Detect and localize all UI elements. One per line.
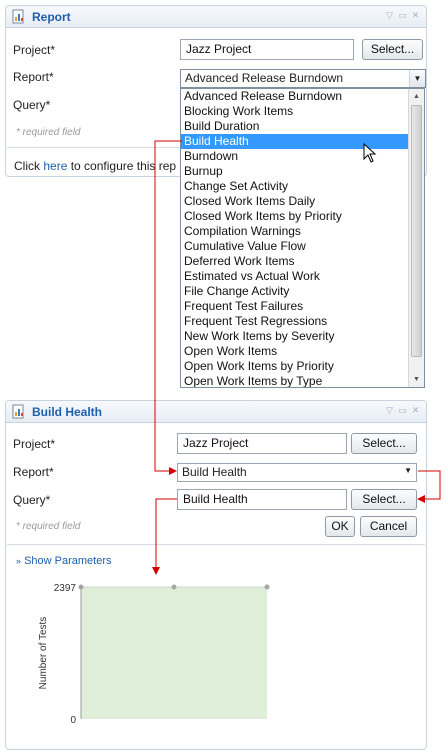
dropdown-item[interactable]: Burnup [181,164,424,179]
report-icon [12,9,24,24]
report-select-value: Advanced Release Burndown [185,71,344,85]
dropdown-item[interactable]: Frequent Test Failures [181,299,424,314]
report-select[interactable]: Build Health ▼ [177,463,417,482]
chevron-down-icon[interactable]: ▼ [404,466,412,475]
required-hint: * required field [16,127,81,138]
mouse-pointer-icon [363,143,377,163]
query-label: Query* [13,493,51,507]
query-label: Query* [13,98,51,112]
build-health-panel: Build Health ▽ ▭ ✕ Project* Jazz Project… [5,400,427,750]
dropdown-scrollbar[interactable]: ▲ ▼ [408,89,424,387]
menu-icon[interactable]: ▽ [385,11,394,20]
window-controls: ▽ ▭ ✕ [385,11,420,20]
report-panel-header: Report ▽ ▭ ✕ [6,6,426,28]
dropdown-item[interactable]: Deferred Work Items [181,254,424,269]
configure-link[interactable]: here [43,159,67,173]
scroll-up-icon[interactable]: ▲ [409,89,424,104]
dropdown-item[interactable]: Closed Work Items Daily [181,194,424,209]
close-icon[interactable]: ✕ [411,406,420,415]
dropdown-item[interactable]: New Work Items by Severity [181,329,424,344]
show-parameters-link[interactable]: » Show Parameters [16,555,112,567]
window-controls: ▽ ▭ ✕ [385,406,420,415]
scroll-down-icon[interactable]: ▼ [409,372,424,387]
dropdown-item[interactable]: Open Work Items by Type [181,374,424,387]
build-health-chart: Number of Tests 2397 0 [38,583,270,726]
select-query-button[interactable]: Select... [351,489,417,510]
report-label: Report* [13,70,54,84]
dropdown-item[interactable]: Closed Work Items by Priority [181,209,424,224]
ok-button[interactable]: OK [325,516,355,537]
close-icon[interactable]: ✕ [411,11,420,20]
configure-suffix: to configure this rep [67,159,177,173]
dropdown-item[interactable]: Change Set Activity [181,179,424,194]
divider [7,544,425,545]
panel-title: Build Health [32,405,103,419]
y-tick-label: 0 [70,715,76,726]
dropdown-item[interactable]: File Change Activity [181,284,424,299]
menu-icon[interactable]: ▽ [385,406,394,415]
dropdown-item[interactable]: Open Work Items [181,344,424,359]
dropdown-item[interactable]: Open Work Items by Priority [181,359,424,374]
cancel-button[interactable]: Cancel [360,516,417,537]
dropdown-items: Advanced Release Burndown Blocking Work I… [181,89,424,387]
configure-prefix: Click [14,159,44,173]
minimize-icon[interactable]: ▭ [398,11,407,20]
dropdown-item[interactable]: Burndown [181,149,424,164]
select-project-button[interactable]: Select... [362,39,423,60]
dropdown-item[interactable]: Build Duration [181,119,424,134]
report-label: Report* [13,465,54,479]
dropdown-item[interactable]: Cumulative Value Flow [181,239,424,254]
dropdown-item[interactable]: Compilation Warnings [181,224,424,239]
report-dropdown-list[interactable]: Advanced Release Burndown Blocking Work I… [180,88,425,388]
dropdown-item[interactable]: Blocking Work Items [181,104,424,119]
chart-point [171,584,177,590]
chevron-down-icon[interactable]: ▼ [409,70,425,87]
double-chevron-down-icon: » [16,556,22,566]
report-select[interactable]: Advanced Release Burndown ▼ [180,69,426,88]
y-tick-label: 2397 [54,583,77,594]
query-field[interactable]: Build Health [177,489,347,510]
select-project-button[interactable]: Select... [351,433,417,454]
minimize-icon[interactable]: ▭ [398,406,407,415]
dropdown-item[interactable]: Build Health [181,134,424,149]
y-axis-label: Number of Tests [38,617,49,690]
scroll-thumb[interactable] [411,105,422,357]
dropdown-item[interactable]: Estimated vs Actual Work [181,269,424,284]
configure-text: Click here to configure this rep [14,159,176,173]
chart-area-fill [81,587,267,719]
dropdown-item[interactable]: Advanced Release Burndown [181,89,424,104]
required-hint: * required field [16,521,81,532]
project-field[interactable]: Jazz Project [177,433,347,454]
panel-title: Report [32,10,71,24]
project-label: Project* [13,43,56,57]
report-icon [12,404,24,419]
build-health-header: Build Health ▽ ▭ ✕ [6,401,426,423]
project-label: Project* [13,437,56,451]
dropdown-item[interactable]: Frequent Test Regressions [181,314,424,329]
show-parameters-label: Show Parameters [24,555,112,567]
chart-point [264,584,270,590]
project-field[interactable]: Jazz Project [180,39,354,60]
report-select-value: Build Health [182,465,247,479]
